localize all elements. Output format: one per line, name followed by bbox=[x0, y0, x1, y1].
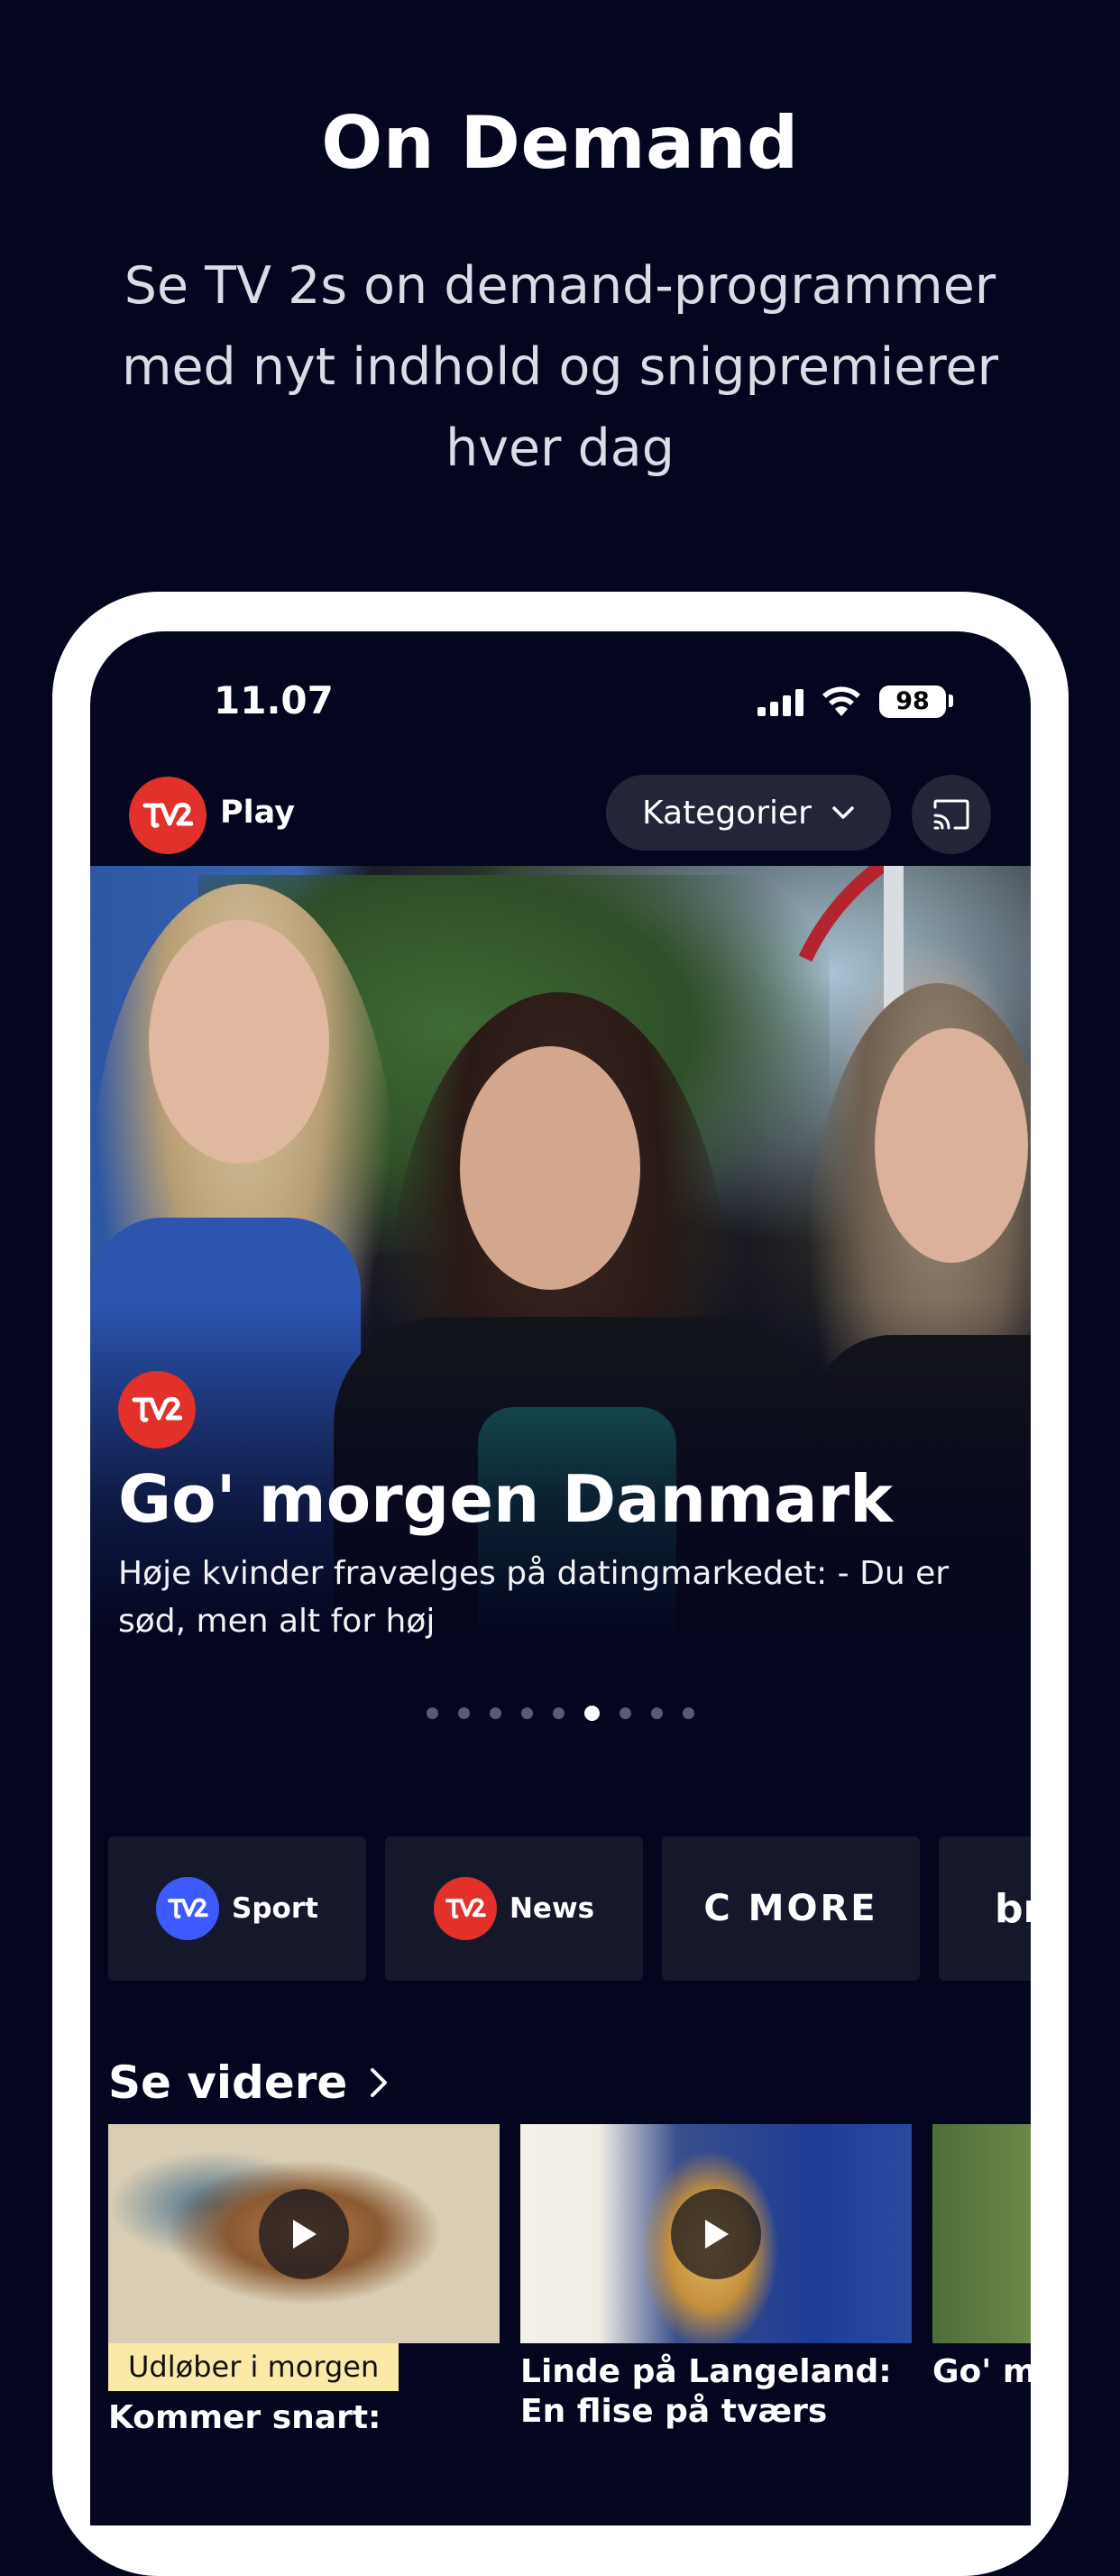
carousel-dot[interactable] bbox=[458, 1707, 470, 1719]
tv2-wordmark bbox=[445, 1898, 486, 1918]
card-title: Kommer snart: bbox=[108, 2399, 381, 2436]
expiry-badge: Udløber i morgen bbox=[108, 2343, 399, 2391]
hero-description: Høje kvinder fravælges på datingmarkedet… bbox=[118, 1555, 950, 1640]
card-thumbnail bbox=[932, 2124, 1031, 2343]
hero-title[interactable]: Go' morgen Danmark bbox=[118, 1461, 893, 1537]
channel-tile-news[interactable]: News bbox=[385, 1836, 643, 1981]
content-card[interactable]: Linde på Langeland: En flise på tværs bbox=[520, 2124, 912, 2430]
tv2-wordmark bbox=[132, 1396, 182, 1422]
hero-carousel[interactable]: Go' morgen Danmark Høje kvinder fravælge… bbox=[90, 866, 1031, 1642]
section-title-continue-watching[interactable]: Se videre bbox=[108, 2056, 389, 2109]
categories-button[interactable]: Kategorier bbox=[606, 775, 891, 851]
play-button[interactable] bbox=[259, 2189, 349, 2279]
carousel-dot[interactable] bbox=[651, 1707, 663, 1719]
tv2-news-logo-icon bbox=[433, 1877, 497, 1940]
content-card[interactable]: Udløber i morgen Kommer snart: bbox=[108, 2124, 500, 2436]
channel-tile-sport[interactable]: Sport bbox=[108, 1836, 366, 1981]
carousel-dot[interactable] bbox=[584, 1706, 600, 1721]
battery-tip bbox=[949, 695, 953, 707]
tv2-wordmark bbox=[168, 1898, 208, 1918]
play-icon bbox=[705, 2220, 729, 2249]
tv2-sport-logo-icon bbox=[156, 1877, 220, 1940]
channel-tile-partial[interactable]: br bbox=[939, 1836, 1031, 1981]
hero-face-center bbox=[460, 1046, 640, 1290]
signal-icon bbox=[757, 689, 803, 716]
channel-label: News bbox=[509, 1892, 595, 1925]
carousel-dot[interactable] bbox=[620, 1707, 631, 1719]
content-card[interactable]: Go' morgen Musik bbox=[932, 2124, 1031, 2390]
channel-tile-cmore[interactable]: C MORE bbox=[662, 1836, 920, 1981]
hero-face-right bbox=[875, 1028, 1028, 1263]
card-title: Linde på Langeland: En flise på tværs bbox=[520, 2353, 892, 2430]
phone-screen: 11.07 98 Play Kategorier Go' morgen Danm… bbox=[90, 631, 1031, 2525]
cmore-logo: C MORE bbox=[703, 1888, 878, 1929]
carousel-dot[interactable] bbox=[427, 1707, 438, 1719]
carousel-dot[interactable] bbox=[683, 1707, 694, 1719]
card-thumbnail bbox=[108, 2124, 500, 2343]
play-button[interactable] bbox=[671, 2189, 761, 2279]
carousel-dot[interactable] bbox=[553, 1707, 565, 1719]
carousel-dot[interactable] bbox=[490, 1707, 501, 1719]
wifi-icon bbox=[822, 686, 860, 716]
categories-label: Kategorier bbox=[642, 794, 812, 832]
app-name: Play bbox=[220, 795, 296, 831]
cast-icon bbox=[933, 799, 969, 830]
chevron-down-icon bbox=[832, 806, 854, 819]
promo-subtitle: Se TV 2s on demand-programmer med nyt in… bbox=[121, 256, 999, 478]
section-title-text: Se videre bbox=[108, 2056, 348, 2109]
battery-level: 98 bbox=[879, 685, 946, 718]
status-icons: 98 bbox=[757, 684, 953, 720]
carousel-indicator bbox=[90, 1706, 1031, 1721]
status-time: 11.07 bbox=[214, 678, 334, 722]
card-title: Go' morgen Musik bbox=[932, 2353, 1031, 2390]
hero-face-left bbox=[149, 920, 329, 1164]
carousel-dot[interactable] bbox=[521, 1707, 533, 1719]
card-thumbnail bbox=[520, 2124, 912, 2343]
channel-label: br bbox=[995, 1885, 1031, 1932]
tv2-wordmark bbox=[142, 802, 193, 828]
channel-row: Sport News C MORE br bbox=[108, 1836, 1031, 1981]
play-icon bbox=[293, 2220, 317, 2249]
cast-button[interactable] bbox=[912, 775, 991, 854]
hero-channel-logo-icon bbox=[118, 1371, 196, 1449]
tv2-logo-icon[interactable] bbox=[129, 777, 207, 854]
chevron-right-icon bbox=[371, 2068, 388, 2097]
app-header: Play Kategorier bbox=[90, 771, 1031, 861]
promo-title: On Demand bbox=[321, 101, 799, 185]
channel-label: Sport bbox=[232, 1892, 318, 1925]
